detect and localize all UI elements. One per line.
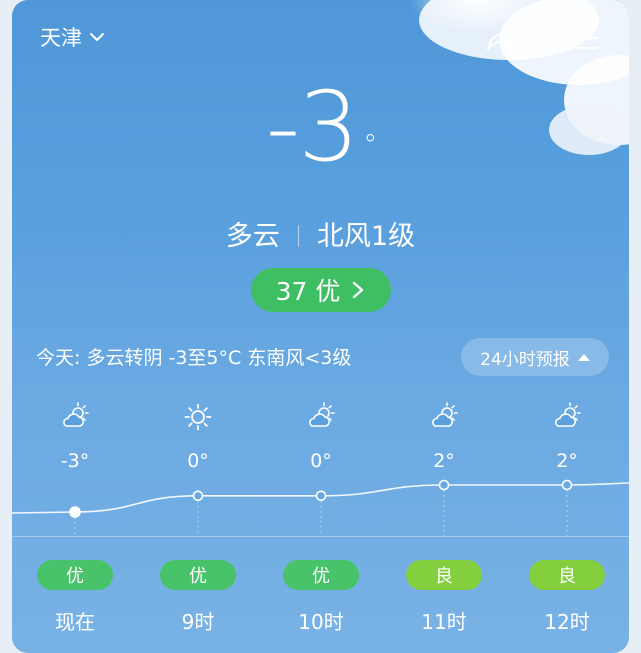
sunny-icon: [183, 402, 213, 432]
menu-list-icon[interactable]: [565, 22, 599, 54]
partly-cloudy-icon: [60, 402, 90, 432]
hourly-aqi-badge: 良: [529, 560, 605, 590]
hourly-temp: -3°: [60, 450, 90, 472]
temperature-point: [315, 490, 327, 502]
hourly-time-label: 现在: [55, 610, 95, 634]
hourly-time-label: 9时: [181, 610, 215, 634]
temperature-value: -3: [265, 71, 360, 183]
degree-symbol: °: [363, 128, 377, 161]
hourly-temp: 0°: [310, 450, 332, 472]
top-bar: 天津: [40, 18, 609, 58]
hourly-temp: 2°: [433, 450, 455, 472]
forecast-button-label: 24小时预报: [480, 349, 570, 370]
partly-cloudy-icon: [306, 402, 336, 432]
hourly-time-label: 12时: [544, 610, 590, 634]
section-divider: [12, 536, 629, 537]
temperature-point: [561, 479, 573, 491]
temperature-point: [192, 490, 204, 502]
partly-cloudy-icon: [552, 402, 582, 432]
wind-info: 北风1级: [316, 221, 416, 252]
hourly-aqi-badge: 良: [406, 560, 482, 590]
hourly-aqi-badge: 优: [283, 560, 359, 590]
aqi-label: 37 优: [275, 277, 341, 306]
hourly-temp: 2°: [556, 450, 578, 472]
divider: [297, 225, 299, 247]
partly-cloudy-icon: [429, 402, 459, 432]
hourly-aqi-badge: 优: [37, 560, 113, 590]
condition-row: 多云 北风1级: [12, 214, 629, 253]
city-name: 天津: [40, 26, 82, 50]
city-selector[interactable]: 天津: [40, 22, 106, 52]
temperature-point: [438, 479, 450, 491]
hourly-temperature-chart: [12, 479, 629, 536]
current-temperature: -3 °: [12, 72, 629, 182]
weather-card: 天津 -3 ° 多云 北风1级 37 优 今天: 多云转阴 -3至5°C 东南风…: [12, 0, 629, 653]
hourly-time-label: 10时: [298, 610, 344, 634]
forecast-24h-button[interactable]: 24小时预报: [461, 338, 609, 376]
chevron-down-icon: [90, 33, 104, 41]
chevron-right-icon: [353, 281, 364, 299]
hourly-time-label: 11时: [421, 610, 467, 634]
share-icon[interactable]: [485, 24, 519, 52]
triangle-up-icon: [577, 353, 590, 361]
aqi-badge[interactable]: 37 优: [251, 268, 391, 312]
hourly-temp: 0°: [187, 450, 209, 472]
weather-screen: 天津 -3 ° 多云 北风1级 37 优 今天: 多云转阴 -3至5°C 东南风…: [0, 0, 641, 653]
temperature-point: [69, 506, 81, 518]
today-summary: 今天: 多云转阴 -3至5°C 东南风<3级: [36, 347, 352, 369]
hourly-aqi-badge: 优: [160, 560, 236, 590]
weather-condition: 多云: [225, 221, 280, 252]
